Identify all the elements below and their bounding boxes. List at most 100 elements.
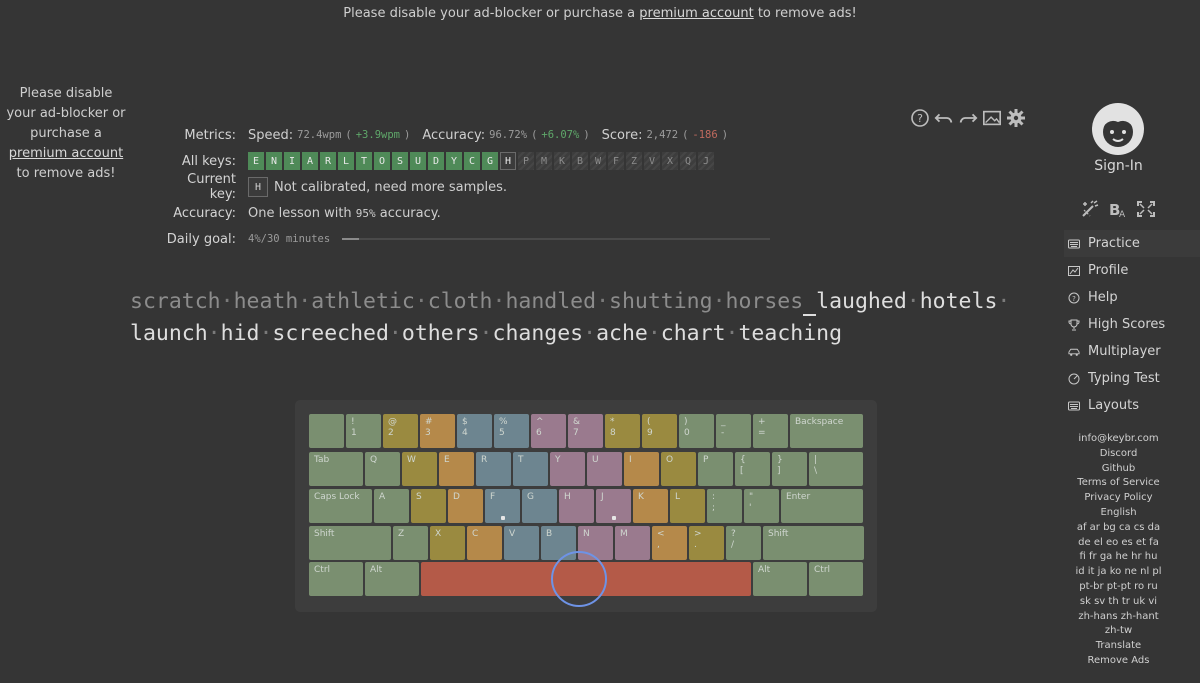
nav-item-label: Practice <box>1088 236 1140 251</box>
key-legend-top: V <box>509 529 516 539</box>
key-legend-bottom: 8 <box>610 428 616 438</box>
key-z: Z <box>393 526 428 560</box>
nav-item-profile[interactable]: Profile <box>1064 257 1200 284</box>
key-symbol: + = <box>753 414 788 448</box>
redo-icon[interactable] <box>958 108 978 128</box>
ad-banner-suffix: to remove ads! <box>753 6 857 21</box>
key-symbol: _ - <box>716 414 751 448</box>
key-legend-top: N <box>583 529 590 539</box>
footer-link[interactable]: Translate <box>1056 639 1181 654</box>
key-legend-bottom: 9 <box>647 428 653 438</box>
footer-link[interactable]: English <box>1056 506 1181 521</box>
key-legend-top: & <box>573 417 581 427</box>
key-legend-bottom: 7 <box>573 428 579 438</box>
nav-item-label: High Scores <box>1088 317 1166 332</box>
key-chip-x: X <box>662 152 678 170</box>
footer-link[interactable]: zh-hans zh-hant <box>1056 610 1181 625</box>
footer-links: info@keybr.com Discord Github Terms of Serv… <box>1056 432 1181 669</box>
undo-icon[interactable] <box>934 108 954 128</box>
key-legend-bottom: 5 <box>499 428 505 438</box>
key-chip-g: G <box>482 152 498 170</box>
current-key-row: Current key: H Not calibrated, need more… <box>160 172 800 202</box>
footer-link[interactable]: Github <box>1056 462 1181 477</box>
font-size-icon[interactable]: BA <box>1108 200 1128 222</box>
key-symbol: ? / <box>726 526 761 560</box>
nav-item-help[interactable]: ? Help <box>1064 284 1200 311</box>
key-legend-top: < <box>657 529 665 539</box>
key-a: A <box>374 489 409 523</box>
metrics-label: Metrics: <box>184 127 236 143</box>
key-chip-n: N <box>266 152 282 170</box>
footer-link[interactable]: sk sv th tr uk vi <box>1056 595 1181 610</box>
key-legend-top: " <box>749 492 754 502</box>
key-legend-top: C <box>472 529 479 539</box>
fullscreen-icon[interactable] <box>1136 200 1156 222</box>
left-ad-line: to remove ads! <box>16 166 116 181</box>
footer-link[interactable]: pt-br pt-pt ro ru <box>1056 580 1181 595</box>
left-premium-account-link[interactable]: premium account <box>0 144 132 164</box>
footer-link[interactable]: Remove Ads <box>1056 654 1181 669</box>
ad-banner-text: Please disable your ad-blocker or purcha… <box>343 6 640 21</box>
avatar-icon[interactable] <box>1091 102 1145 156</box>
footer-link[interactable]: fi fr ga he hr hu <box>1056 550 1181 565</box>
key-o: O <box>661 452 696 486</box>
word-separator: · <box>906 289 920 314</box>
key-chip-s: S <box>392 152 408 170</box>
key-legend-top: H <box>564 492 571 502</box>
magic-wand-icon[interactable] <box>1080 200 1100 222</box>
footer-link[interactable]: id it ja ko ne nl pl <box>1056 565 1181 580</box>
key-x: X <box>430 526 465 560</box>
key-legend-bottom: 3 <box>425 428 431 438</box>
footer-link[interactable]: Discord <box>1056 447 1181 462</box>
key-t: T <box>513 452 548 486</box>
key-h: H <box>559 489 594 523</box>
key-legend-top: $ <box>462 417 468 427</box>
practice-text[interactable]: scratch·heath·athletic·cloth·handled·shu… <box>130 286 1030 350</box>
key-v: V <box>504 526 539 560</box>
key-c: C <box>467 526 502 560</box>
untyped-word: teaching <box>738 321 843 346</box>
key-chip-t: T <box>356 152 372 170</box>
gear-icon[interactable] <box>1006 108 1026 128</box>
untyped-word: chart <box>660 321 726 346</box>
footer-link[interactable]: zh-tw <box>1056 624 1181 639</box>
premium-account-link[interactable]: premium account <box>639 6 753 21</box>
untyped-word: ache <box>596 321 648 346</box>
key-legend-top: Ctrl <box>314 565 331 575</box>
key-legend-top: E <box>444 455 450 465</box>
key-legend-top: ? <box>731 529 736 539</box>
key-chip-a: A <box>302 152 318 170</box>
untyped-word: hid <box>220 321 260 346</box>
key-legend-bottom: ; <box>712 503 716 513</box>
key-j: J <box>596 489 631 523</box>
key-k: K <box>633 489 668 523</box>
word-separator: · <box>583 321 597 346</box>
key-symbol: % 5 <box>494 414 529 448</box>
typed-word: horses <box>725 289 804 314</box>
footer-link[interactable]: Terms of Service <box>1056 476 1181 491</box>
key-m: M <box>615 526 650 560</box>
nav-item-practice[interactable]: Practice <box>1064 230 1200 257</box>
key-chip-e: E <box>248 152 264 170</box>
help-icon[interactable]: ? <box>910 108 930 128</box>
accuracy-value: 96.72% <box>489 129 528 141</box>
footer-link[interactable]: af ar bg ca cs da <box>1056 521 1181 536</box>
key-legend-top: F <box>490 492 496 502</box>
key-legend-bottom: [ <box>740 466 744 476</box>
nav-item-high-scores[interactable]: High Scores <box>1064 311 1200 338</box>
key-legend-top: + <box>758 417 766 427</box>
nav-item-layouts[interactable]: Layouts <box>1064 392 1200 419</box>
key-symbol: }] <box>772 452 807 486</box>
key-legend-top: W <box>407 455 416 465</box>
key-legend-top: P <box>703 455 709 465</box>
footer-link[interactable]: info@keybr.com <box>1056 432 1181 447</box>
text-line-2: launch·hid·screeched·others·changes·ache… <box>130 318 1030 350</box>
key-symbol: ! 1 <box>346 414 381 448</box>
nav-item-multiplayer[interactable]: Multiplayer <box>1064 338 1200 365</box>
nav-item-typing-test[interactable]: Typing Test <box>1064 365 1200 392</box>
sign-in-link[interactable]: Sign-In <box>1056 158 1181 174</box>
picture-icon[interactable] <box>982 108 1002 128</box>
footer-link[interactable]: Privacy Policy <box>1056 491 1181 506</box>
footer-link[interactable]: de el eo es et fa <box>1056 536 1181 551</box>
home-row-bump <box>500 516 505 520</box>
